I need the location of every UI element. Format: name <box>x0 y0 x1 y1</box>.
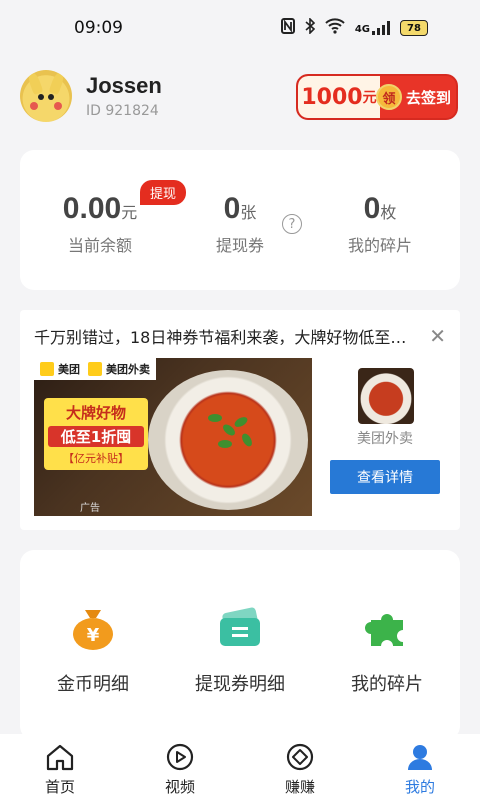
food-bowl-image <box>148 370 308 510</box>
help-icon[interactable]: ? <box>282 214 302 234</box>
ad-promo-box: 大牌好物 低至1折囤 【亿元补贴】 <box>44 398 148 470</box>
promo-line3: 【亿元补贴】 <box>63 452 129 465</box>
nav-label: 我的 <box>404 778 435 796</box>
nav-item-mine[interactable]: 我的 <box>360 734 480 800</box>
checkin-amount-value: 1000 <box>301 84 363 110</box>
ad-brand-right: 美团外卖 <box>106 363 150 376</box>
username: Jossen <box>86 73 162 98</box>
svg-text:¥: ¥ <box>87 625 100 646</box>
wifi-icon <box>325 18 345 38</box>
balance-card: 0.00元 当前余额 提现 0张 提现券 ? 0枚 我的碎片 <box>20 150 460 290</box>
checkin-label: 去签到 <box>406 88 452 107</box>
stat-label: 我的碎片 <box>347 236 412 255</box>
menu-label: 金币明细 <box>57 674 129 695</box>
money-bag-icon: ¥ <box>69 604 117 652</box>
ad-advertiser-name: 美团外卖 <box>357 431 413 447</box>
nav-item-earn[interactable]: 赚赚 <box>240 734 360 800</box>
promo-line1: 大牌好物 <box>65 404 126 422</box>
nfc-icon <box>280 18 295 38</box>
close-icon[interactable]: ✕ <box>429 324 446 348</box>
avatar[interactable] <box>20 70 72 122</box>
network-type-label: 4G <box>354 24 370 35</box>
menu-card: ¥ 金币明细 提现券明细 我的碎片 <box>20 550 460 740</box>
ad-thumbnail[interactable] <box>358 368 414 424</box>
meituan-logo-icon <box>40 362 54 376</box>
status-icons: 4G 78 <box>280 17 428 38</box>
menu-item-coupon-details[interactable]: 提现券明细 <box>167 604 313 696</box>
meituan-waimai-logo-icon <box>88 362 102 376</box>
checkin-amount-unit: 元 <box>362 90 377 106</box>
nav-label: 视频 <box>164 778 195 796</box>
menu-item-my-fragments[interactable]: 我的碎片 <box>314 604 460 696</box>
menu-label: 我的碎片 <box>351 674 423 695</box>
puzzle-icon <box>363 604 411 652</box>
menu-item-coin-details[interactable]: ¥ 金币明细 <box>20 604 166 696</box>
checkin-amount: 1000 元 <box>298 76 380 118</box>
nav-label: 赚赚 <box>284 778 315 796</box>
stat-value: 0枚 <box>363 192 397 225</box>
stat-fragments[interactable]: 0枚 我的碎片 <box>310 192 450 256</box>
home-icon <box>45 742 75 772</box>
nav-item-home[interactable]: 首页 <box>0 734 120 800</box>
user-icon <box>405 742 435 772</box>
ad-brand-bar: 美团 美团外卖 <box>34 358 156 380</box>
ad-image[interactable]: 美团 美团外卖 大牌好物 低至1折囤 【亿元补贴】 广告 <box>34 358 312 516</box>
user-id: ID 921824 <box>86 103 159 119</box>
battery-icon: 78 <box>400 20 428 36</box>
stat-label: 当前余额 <box>67 236 132 255</box>
view-details-button[interactable]: 查看详情 <box>330 460 440 494</box>
ad-banner[interactable]: 千万别错过，18日神券节福利来袭，大牌好物低至一折 ✕ 美团 美团外卖 大牌好物… <box>20 310 460 530</box>
coin-icon: 领 <box>376 84 402 110</box>
video-play-icon <box>165 742 195 772</box>
promo-line2: 低至1折囤 <box>48 426 144 447</box>
status-time: 09:09 <box>74 18 123 38</box>
status-bar: 09:09 4G 78 <box>0 0 480 56</box>
stat-label: 提现券 <box>215 236 264 255</box>
ad-label: 广告 <box>80 503 100 514</box>
bluetooth-icon <box>305 17 315 38</box>
checkin-button[interactable]: 1000 元 领 去签到 <box>296 74 458 120</box>
ad-brand-left: 美团 <box>58 363 80 376</box>
earn-diamond-icon <box>285 742 315 772</box>
nav-label: 首页 <box>44 778 75 796</box>
menu-label: 提现券明细 <box>195 674 285 695</box>
ticket-icon <box>216 604 264 652</box>
signal-icon: 4G <box>355 21 390 35</box>
profile-header[interactable]: Jossen ID 921824 <box>20 70 162 122</box>
bottom-nav: 首页 视频 赚赚 我的 <box>0 734 480 800</box>
nav-item-video[interactable]: 视频 <box>120 734 240 800</box>
profile-text: Jossen ID 921824 <box>86 73 162 119</box>
ad-title[interactable]: 千万别错过，18日神券节福利来袭，大牌好物低至一折 <box>34 324 420 348</box>
